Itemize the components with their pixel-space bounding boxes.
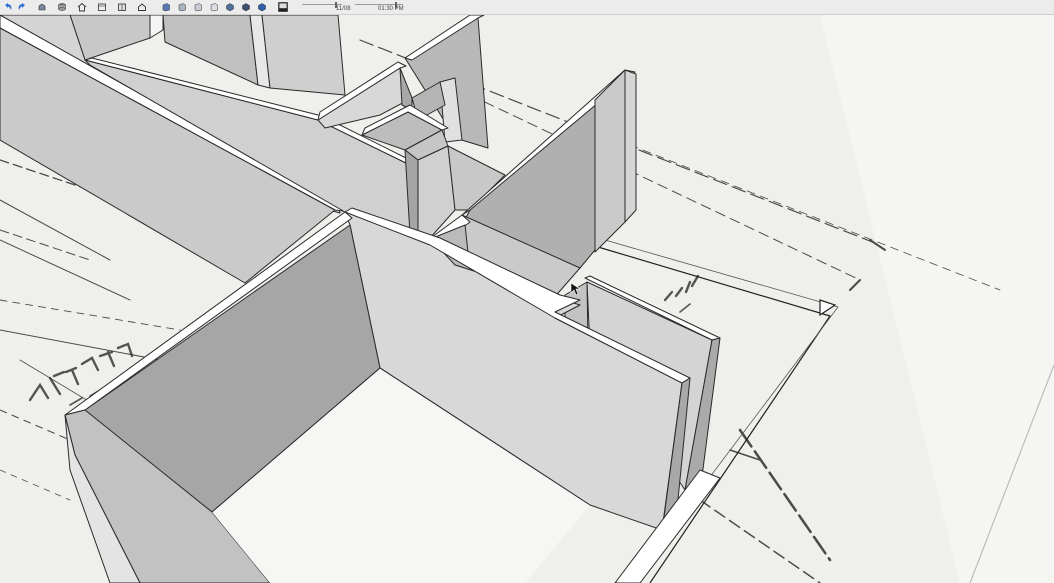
wall-face xyxy=(261,15,346,96)
layers-icon[interactable] xyxy=(56,1,67,12)
floorplan-alt-icon[interactable] xyxy=(116,1,127,12)
wall-face xyxy=(594,69,626,253)
home-icon[interactable] xyxy=(76,1,87,12)
toolbar: 11/08 01:30 PM xyxy=(0,0,1054,15)
undo-icon[interactable] xyxy=(2,1,13,12)
shadow-time-label: 01:30 PM xyxy=(378,6,404,12)
model-scene[interactable] xyxy=(0,15,1054,583)
front-view-icon[interactable] xyxy=(160,1,171,12)
left-view-icon[interactable] xyxy=(208,1,219,12)
3d-viewport[interactable] xyxy=(0,15,1054,583)
top-view-icon[interactable] xyxy=(240,1,251,12)
component-icon[interactable] xyxy=(36,1,47,12)
section-icon[interactable] xyxy=(276,0,289,13)
house-icon[interactable] xyxy=(136,1,147,12)
redo-icon[interactable] xyxy=(16,1,27,12)
iso-view-icon[interactable] xyxy=(224,1,235,12)
right-view-icon[interactable] xyxy=(176,1,187,12)
solid-style-icon[interactable] xyxy=(256,1,267,12)
back-view-icon[interactable] xyxy=(192,1,203,12)
floorplan-icon[interactable] xyxy=(96,1,107,12)
wall-face xyxy=(624,69,637,223)
shadow-date-label: 11/08 xyxy=(336,6,351,12)
